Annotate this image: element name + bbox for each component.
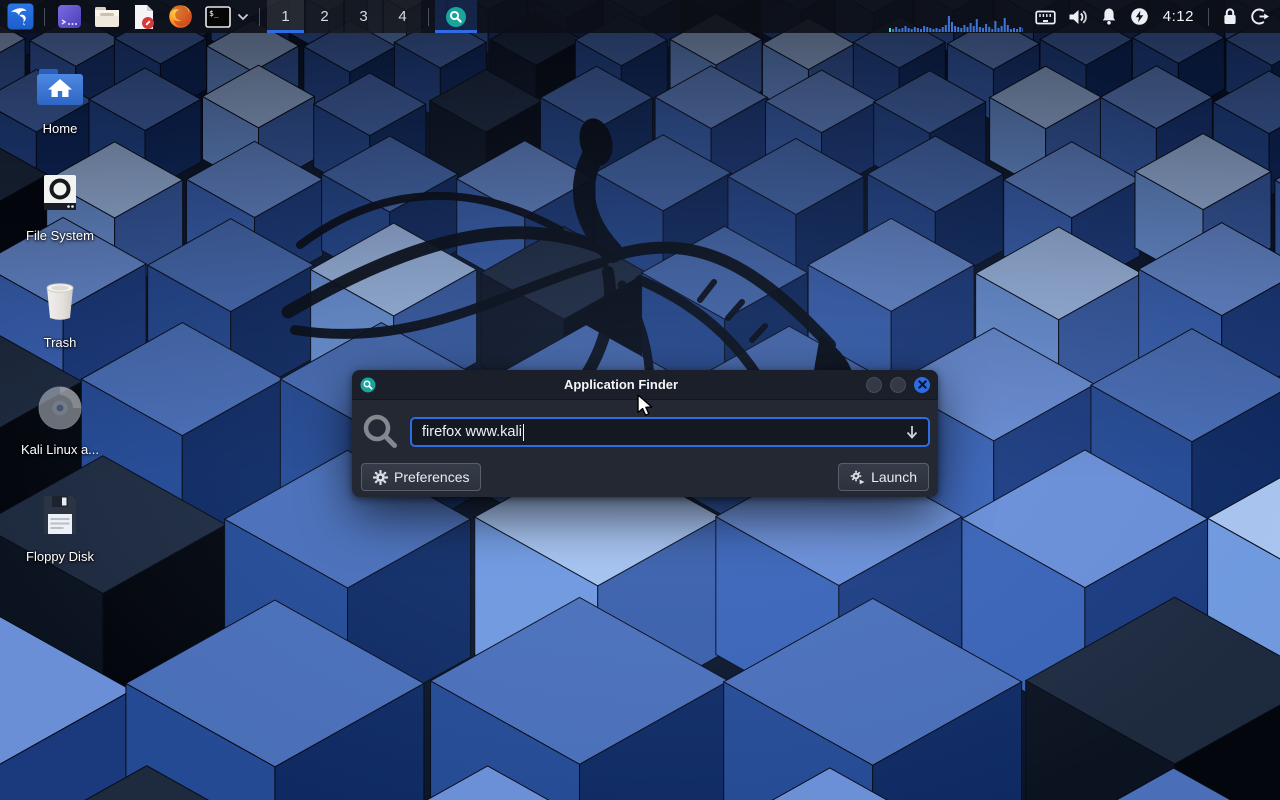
power-manager-tray-button[interactable] xyxy=(1124,0,1155,33)
applications-menu-button[interactable] xyxy=(3,0,38,33)
preferences-button[interactable]: Preferences xyxy=(361,463,481,491)
workspace-label: 3 xyxy=(359,8,367,25)
application-finder-icon xyxy=(445,6,467,28)
desktop-icon-label: File System xyxy=(26,228,94,243)
gear-icon xyxy=(373,470,388,485)
desktop-icon-file-system[interactable]: File System xyxy=(10,162,110,266)
lock-screen-button[interactable] xyxy=(1215,0,1245,33)
file-manager-icon xyxy=(94,5,120,29)
launcher-firefox[interactable] xyxy=(162,0,199,33)
workspace-3[interactable]: 3 xyxy=(345,0,382,33)
svg-text:$_: $_ xyxy=(209,9,219,18)
workspace-4[interactable]: 4 xyxy=(384,0,421,33)
minimize-button[interactable] xyxy=(866,377,882,393)
logout-button[interactable] xyxy=(1245,0,1276,33)
desktop-icon-label: Home xyxy=(43,121,78,136)
panel-separator xyxy=(428,8,429,26)
workspace-label: 4 xyxy=(398,8,406,25)
desktop-root: Home File System xyxy=(0,0,1280,800)
qterminal-icon xyxy=(57,4,82,29)
filesystem-drive-icon xyxy=(39,168,81,220)
desktop-icon-home[interactable]: Home xyxy=(10,55,110,159)
workspace-label: 1 xyxy=(281,8,289,25)
network-tray-button[interactable] xyxy=(1029,0,1062,33)
text-editor-icon xyxy=(132,4,156,30)
power-manager-icon xyxy=(1130,7,1149,26)
volume-icon xyxy=(1068,8,1088,26)
launcher-text-editor[interactable] xyxy=(126,0,162,33)
arrow-down-icon[interactable] xyxy=(905,425,919,440)
desktop-icon-label: Kali Linux a... xyxy=(21,442,99,457)
window-title: Application Finder xyxy=(376,377,866,392)
desktop-icon-label: Floppy Disk xyxy=(26,549,94,564)
workspace-2[interactable]: 2 xyxy=(306,0,343,33)
launcher-file-manager[interactable] xyxy=(88,0,126,33)
kali-menu-icon xyxy=(7,3,34,30)
notifications-icon xyxy=(1100,7,1118,26)
titlebar[interactable]: Application Finder xyxy=(352,370,938,400)
application-finder-icon xyxy=(360,377,376,393)
notifications-tray-button[interactable] xyxy=(1094,0,1124,33)
desktop-icon-floppy-disk[interactable]: Floppy Disk xyxy=(10,483,110,587)
active-indicator xyxy=(267,30,304,33)
cdrom-disc-icon xyxy=(37,382,83,434)
floppy-disk-icon xyxy=(39,489,81,541)
lock-icon xyxy=(1221,7,1239,26)
active-indicator xyxy=(435,30,477,33)
terminal-dropdown-button[interactable] xyxy=(233,0,253,33)
workspace-label: 2 xyxy=(320,8,328,25)
panel-separator xyxy=(259,8,260,26)
terminal-icon: $_ xyxy=(205,6,231,28)
cpu-graph[interactable] xyxy=(887,0,1029,33)
launcher-terminal[interactable]: $_ xyxy=(199,0,233,33)
close-icon xyxy=(918,380,927,389)
desktop-icon-label: Trash xyxy=(44,335,77,350)
search-icon xyxy=(360,412,404,452)
volume-tray-button[interactable] xyxy=(1062,0,1094,33)
text-caret xyxy=(523,424,525,441)
workspace-1[interactable]: 1 xyxy=(267,0,304,33)
launcher-qterminal[interactable] xyxy=(51,0,88,33)
launch-button[interactable]: Launch xyxy=(838,463,929,491)
application-finder-window: Application Finder firefox www.kali xyxy=(352,370,938,497)
desktop-icon-kali-linux-cd[interactable]: Kali Linux a... xyxy=(10,376,110,480)
trash-icon xyxy=(40,275,80,327)
network-icon xyxy=(1035,8,1056,26)
taskbar-application-finder[interactable] xyxy=(435,0,477,33)
preferences-button-label: Preferences xyxy=(394,469,469,485)
maximize-button[interactable] xyxy=(890,377,906,393)
logout-icon xyxy=(1251,7,1270,26)
panel-separator xyxy=(44,8,45,26)
desktop-icon-trash[interactable]: Trash xyxy=(10,269,110,373)
panel-separator xyxy=(1208,8,1209,26)
close-button[interactable] xyxy=(914,377,930,393)
search-input[interactable]: firefox www.kali xyxy=(410,417,930,447)
search-input-value: firefox www.kali xyxy=(422,424,522,440)
firefox-icon xyxy=(168,4,193,29)
home-folder-icon xyxy=(36,61,84,113)
launch-gear-icon xyxy=(850,470,865,485)
chevron-down-icon xyxy=(237,13,249,21)
top-panel: $_ 1 2 3 4 xyxy=(0,0,1280,33)
clock[interactable]: 4:12 xyxy=(1155,8,1202,25)
launch-button-label: Launch xyxy=(871,469,917,485)
